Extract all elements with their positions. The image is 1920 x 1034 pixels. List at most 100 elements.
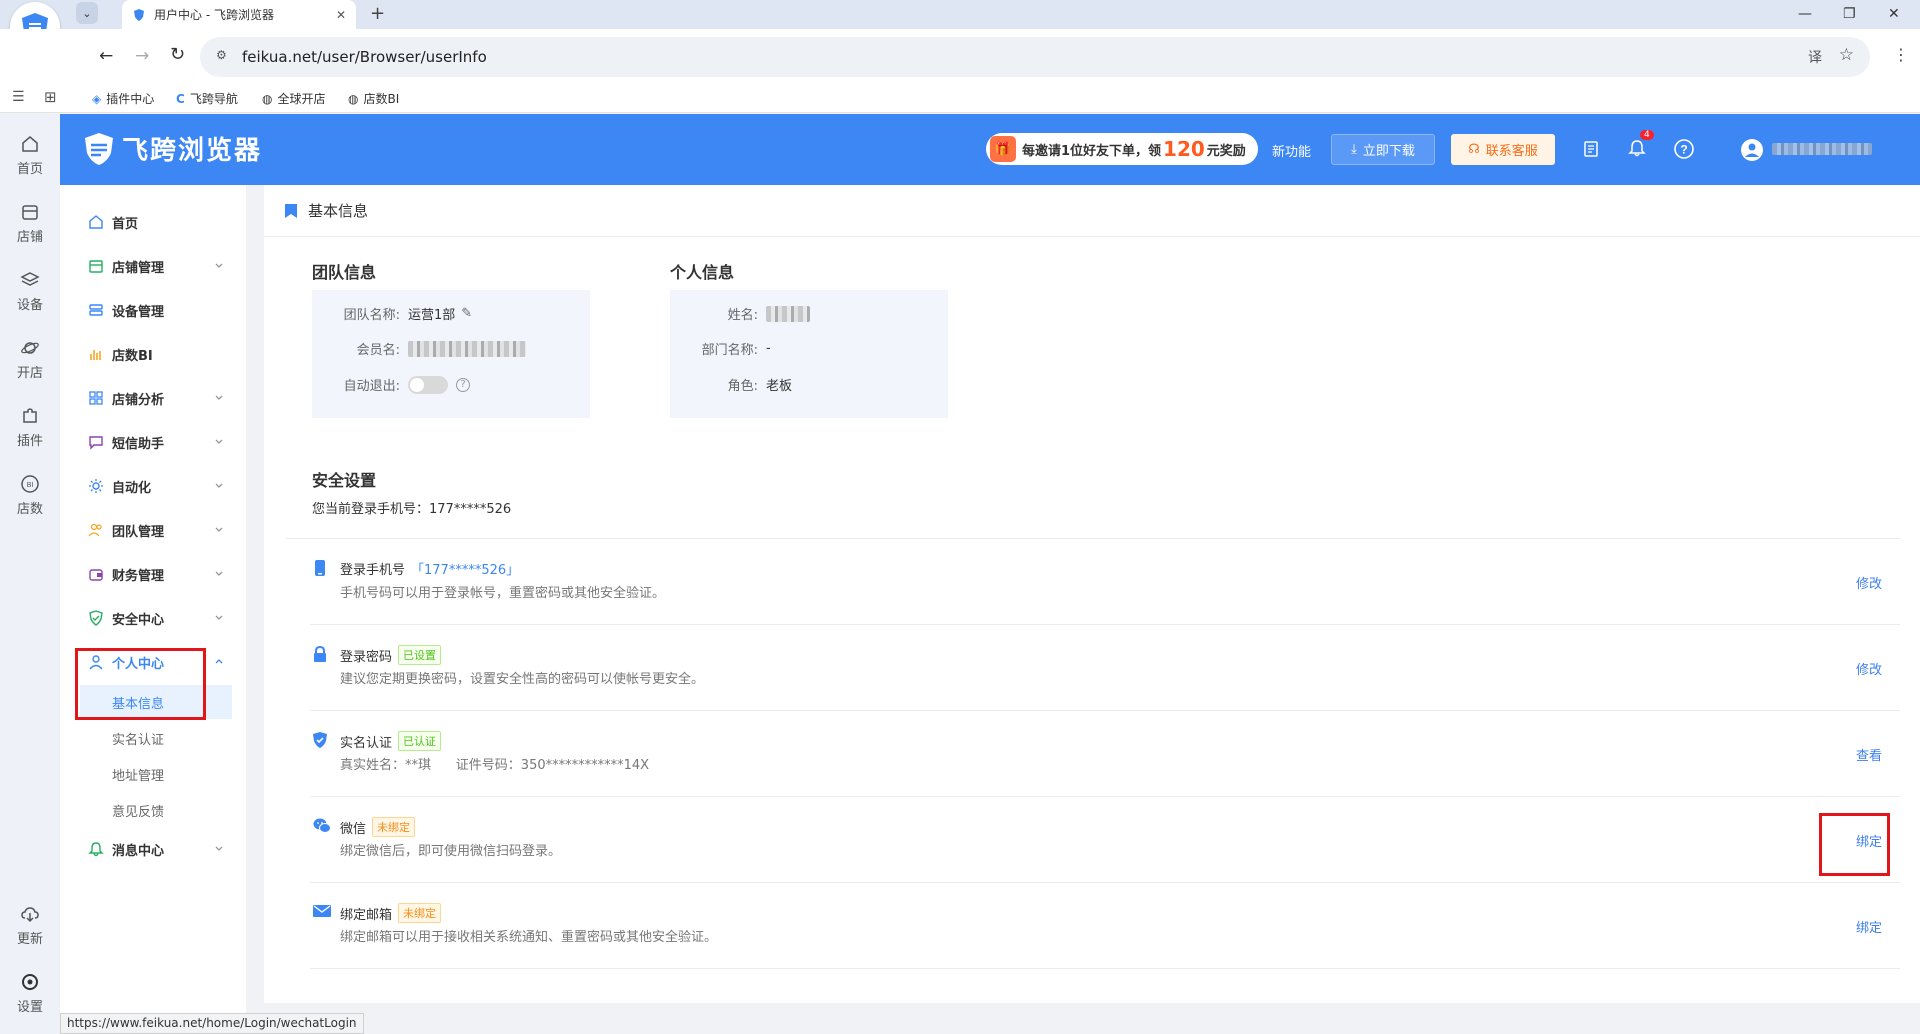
sidebar-item-store-management[interactable]: 店铺管理 <box>60 248 246 284</box>
team-name-value: 运营1部 <box>408 308 456 323</box>
rail-item-home[interactable]: 首页 <box>0 134 60 177</box>
personal-info-heading: 个人信息 <box>670 263 735 282</box>
annotation-highlight-personal-center <box>75 648 206 720</box>
shield-logo-icon <box>85 132 113 165</box>
sidebar-item-message-center[interactable]: 消息中心 <box>60 831 246 867</box>
personal-info-card: 姓名: 部门名称: - 角色: 老板 <box>670 290 948 418</box>
bind-email-button[interactable]: 绑定 <box>1856 917 1882 936</box>
browser-status-bar: https://www.feikua.net/home/Login/wechat… <box>60 1013 364 1034</box>
sidebar-item-store-analysis[interactable]: 店铺分析 <box>60 380 246 416</box>
forward-arrow-icon[interactable]: → <box>135 46 149 66</box>
team-info-heading: 团队信息 <box>312 263 377 282</box>
rail-item-store[interactable]: 店铺 <box>0 202 60 245</box>
bi-icon: BI <box>21 475 39 493</box>
modify-password-button[interactable]: 修改 <box>1856 659 1882 678</box>
help-circle-icon[interactable]: ? <box>456 377 470 392</box>
bookmark-global-store[interactable]: ◍ 全球开店 <box>262 90 326 107</box>
bookmarks-bar: ☰ ⊞ ◈ 插件中心 C 飞跨导航 ◍ 全球开店 ◍ 店数BI <box>0 85 1920 113</box>
team-info-card: 团队名称: 运营1部 ✎ 会员名: 自动退出: ? <box>312 290 590 418</box>
sidebar-sub-feedback[interactable]: 意见反馈 <box>60 793 246 827</box>
tab-close-icon[interactable]: ✕ <box>336 8 346 22</box>
window-close-button[interactable]: ✕ <box>1888 6 1900 22</box>
sidebar-item-automation[interactable]: 自动化 <box>60 468 246 504</box>
bell-icon <box>88 842 104 857</box>
sidebar: 首页 店铺管理 设备管理 店数BI 店铺分析 短信助手 自动化 团队管理 财务管… <box>60 185 246 1034</box>
rail-item-device[interactable]: 设备 <box>0 270 60 313</box>
rail-item-settings[interactable]: 设置 <box>0 972 60 1015</box>
role-value: 老板 <box>766 379 793 394</box>
promo-amount: 120 <box>1163 137 1205 161</box>
rail-item-bi[interactable]: BI 店数 <box>0 474 60 517</box>
store-icon <box>22 205 38 220</box>
sidebar-sub-real-name[interactable]: 实名认证 <box>60 721 246 755</box>
chevron-down-icon <box>214 569 224 579</box>
logo-text: 飞跨浏览器 <box>122 136 263 166</box>
status-badge: 未绑定 <box>398 903 442 923</box>
team-name-row: 团队名称: 运营1部 ✎ <box>343 306 473 323</box>
gift-icon: 🎁 <box>990 136 1016 162</box>
notification-bell[interactable]: 4 <box>1627 130 1654 158</box>
bar-chart-icon <box>90 350 101 360</box>
back-arrow-icon[interactable]: ← <box>99 46 113 66</box>
chevron-down-icon <box>214 844 224 854</box>
bookmark-store-bi[interactable]: ◍ 店数BI <box>348 90 399 107</box>
new-features-link[interactable]: 新功能 <box>1272 141 1311 160</box>
bookmark-feikua-nav[interactable]: C 飞跨导航 <box>176 90 238 107</box>
site-info-icon[interactable]: ⚙ <box>216 48 227 62</box>
contact-support-button[interactable]: ☊ 联系客服 <box>1451 134 1555 165</box>
view-real-name-button[interactable]: 查看 <box>1856 745 1882 764</box>
reload-icon[interactable]: ↻ <box>170 44 185 65</box>
page-title: 基本信息 <box>308 202 369 220</box>
svg-text:BI: BI <box>27 482 34 489</box>
address-bar[interactable]: ⚙ feikua.net/user/Browser/userInfo 译 ☆ <box>200 37 1870 77</box>
phone-number-link[interactable]: 「177*****526」 <box>411 559 519 578</box>
rail-item-plugin[interactable]: 插件 <box>0 406 60 449</box>
member-name-row: 会员名: <box>312 339 526 358</box>
sidebar-item-team-management[interactable]: 团队管理 <box>60 512 246 548</box>
browser-menu-icon[interactable]: ⋮ <box>1893 45 1909 64</box>
window-maximize-button[interactable]: ❐ <box>1843 6 1856 22</box>
document-icon[interactable] <box>1582 140 1600 158</box>
app-header: 飞跨浏览器 🎁 每邀请1位好友下单，领 120 元奖励 新功能 ⤓ 立即下载 ☊ 联… <box>60 114 1920 185</box>
sidebar-sub-address[interactable]: 地址管理 <box>60 757 246 791</box>
sidebar-item-security-center[interactable]: 安全中心 <box>60 600 246 636</box>
user-avatar-icon[interactable] <box>1740 138 1764 162</box>
modify-phone-button[interactable]: 修改 <box>1856 573 1882 592</box>
invite-promo-banner[interactable]: 🎁 每邀请1位好友下单，领 120 元奖励 <box>986 133 1258 165</box>
sidebar-item-home[interactable]: 首页 <box>60 204 246 240</box>
department-value: - <box>766 341 771 356</box>
edit-icon[interactable]: ✎ <box>461 306 472 321</box>
rail-item-update[interactable]: 更新 <box>0 904 60 947</box>
shield-icon: ◈ <box>92 91 102 106</box>
auto-logout-toggle[interactable] <box>408 375 448 394</box>
apps-grid-icon[interactable]: ⊞ <box>44 88 57 106</box>
bookmark-plugin-center[interactable]: ◈ 插件中心 <box>92 90 154 107</box>
sidebar-item-sms-assistant[interactable]: 短信助手 <box>60 424 246 460</box>
app-logo[interactable]: 飞跨浏览器 <box>82 130 262 167</box>
lock-icon <box>314 646 326 662</box>
shield-check-icon <box>313 732 327 748</box>
status-badge: 已认证 <box>398 731 442 751</box>
chevron-down-icon <box>214 437 224 447</box>
window-minimize-button[interactable]: — <box>1798 6 1812 22</box>
rail-item-open-store[interactable]: 开店 <box>0 338 60 381</box>
help-icon[interactable]: ? <box>1673 138 1695 160</box>
main-content: 基本信息 团队信息 团队名称: 运营1部 ✎ 会员名: 自动退出: ? 个人信息… <box>264 185 1920 1003</box>
wechat-icon <box>313 818 331 833</box>
auto-logout-row: 自动退出: ? <box>312 375 470 394</box>
tab-user-center[interactable]: 用户中心 - 飞跨浏览器 ✕ <box>122 0 356 29</box>
download-icon: ⤓ <box>1351 142 1357 157</box>
status-badge: 未绑定 <box>372 817 416 837</box>
tab-search-button[interactable]: ⌄ <box>76 2 98 24</box>
sidebar-item-store-bi[interactable]: 店数BI <box>60 336 246 372</box>
sidebar-toggle-icon[interactable]: ☰ <box>12 89 25 105</box>
new-tab-button[interactable]: + <box>370 3 385 24</box>
sidebar-item-finance-management[interactable]: 财务管理 <box>60 556 246 592</box>
person-name-blurred <box>766 305 810 322</box>
translate-icon[interactable]: 译 <box>1808 47 1822 67</box>
chevron-down-icon <box>214 393 224 403</box>
sidebar-item-device-management[interactable]: 设备管理 <box>60 292 246 328</box>
chevron-down-icon <box>214 481 224 491</box>
bookmark-star-icon[interactable]: ☆ <box>1839 45 1854 65</box>
download-button[interactable]: ⤓ 立即下载 <box>1331 134 1435 165</box>
